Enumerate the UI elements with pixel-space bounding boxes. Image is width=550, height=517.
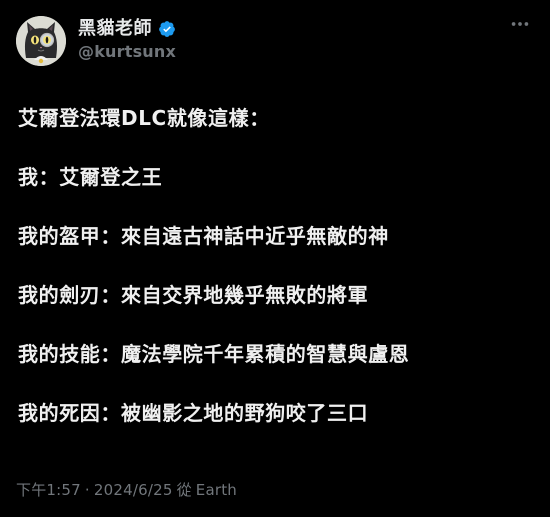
black-cat-avatar-icon: [16, 16, 66, 66]
post-date[interactable]: 2024/6/25: [94, 481, 173, 499]
tweet-line: 我的死因：被幽影之地的野狗咬了三口: [18, 401, 369, 425]
tweet-card: 黑貓老師 @kurtsunx 艾爾登法環DLC就像這樣： 我：艾爾登之王 我的盔…: [0, 0, 550, 517]
tweet-header: 黑貓老師 @kurtsunx: [16, 12, 534, 68]
avatar[interactable]: [16, 16, 66, 66]
tweet-line: 我的劍刃：來自交界地幾乎無敗的將軍: [18, 283, 369, 307]
more-options-button[interactable]: [506, 10, 534, 38]
author-display-name[interactable]: 黑貓老師: [78, 18, 152, 39]
post-source[interactable]: Earth: [196, 481, 237, 499]
tweet-line: 艾爾登法環DLC就像這樣：: [18, 106, 270, 130]
name-row: 黑貓老師: [78, 18, 176, 39]
tweet-line: 我的技能：魔法學院千年累積的智慧與盧恩: [18, 342, 410, 366]
author-identity: 黑貓老師 @kurtsunx: [78, 18, 176, 62]
author-handle[interactable]: @kurtsunx: [78, 42, 176, 62]
from-label: 從: [176, 481, 192, 499]
tweet-line: 我的盔甲：來自遠古神話中近乎無敵的神: [18, 224, 389, 248]
post-time[interactable]: 下午1:57: [16, 479, 81, 500]
tweet-line: 我：艾爾登之王: [18, 165, 163, 189]
verified-badge-icon: [159, 20, 175, 37]
more-horizontal-icon: [511, 22, 529, 26]
tweet-text: 艾爾登法環DLC就像這樣： 我：艾爾登之王 我的盔甲：來自遠古神話中近乎無敵的神…: [16, 106, 534, 425]
meta-separator: ·: [84, 480, 90, 499]
tweet-metadata: 下午1:57 · 2024/6/25 從 Earth: [16, 479, 237, 500]
